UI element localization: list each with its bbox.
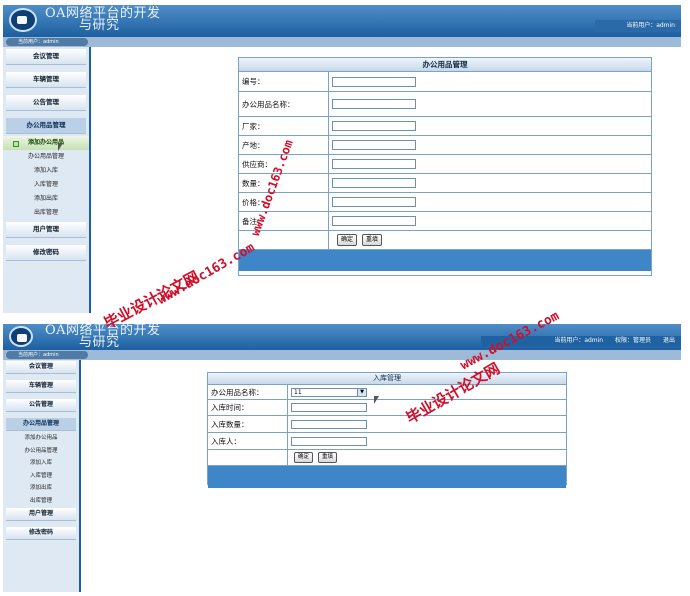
menu-meeting[interactable]: 会议管理 [6, 361, 76, 374]
form-row: 确定 重填 [239, 231, 651, 250]
submenu-add-stock-in[interactable]: 添加入库 [3, 457, 79, 470]
app-header: OA网络平台的开发 与研究 当前用户：admin 权限：管理员 退出 [3, 324, 681, 350]
submenu-stock-in-manage[interactable]: 入库管理 [3, 178, 89, 192]
form-row: 供应商： [239, 155, 651, 174]
form-row: 办公用品名称： [239, 92, 651, 117]
menu-office-supplies[interactable]: 办公用品管理 [6, 118, 86, 134]
menu-change-password[interactable]: 修改密码 [6, 245, 86, 261]
form-row: 入库时间： [208, 400, 566, 416]
current-user-pill: 当前用户：admin [6, 38, 88, 46]
form-footer [208, 466, 566, 488]
sub-bar: 当前用户：admin [3, 350, 681, 360]
field-label-empty [208, 450, 288, 465]
menu-user[interactable]: 用户管理 [6, 508, 76, 521]
form-row: 确定 重填 [208, 450, 566, 466]
form-row: 数量： [239, 174, 651, 193]
submenu-add-stock-out[interactable]: 添加出库 [3, 482, 79, 495]
form-row: 产地： [239, 136, 651, 155]
submenu-supply-manage[interactable]: 办公用品管理 [3, 150, 89, 164]
price-input[interactable] [332, 197, 416, 207]
submenu-add-supply[interactable]: 添加办公用品 [3, 432, 79, 445]
main-content: 入库管理 办公用品名称： 11 ▼ 入库时间： 入库数量： 入库人： 确定 重填 [81, 360, 681, 592]
submenu-add-supply[interactable]: 添加办公用品 [3, 136, 89, 150]
remark-input[interactable] [332, 216, 416, 226]
app-title: OA网络平台的开发 与研究 [45, 7, 161, 33]
current-user-pill: 当前用户：admin [6, 351, 88, 359]
screenshot-panel-2: OA网络平台的开发 与研究 当前用户：admin 权限：管理员 退出 当前用户：… [3, 324, 681, 592]
supply-name-select[interactable]: 11 ▼ [291, 387, 367, 397]
menu-notice[interactable]: 公告管理 [6, 399, 76, 412]
sidebar: 会议管理 车辆管理 公告管理 办公用品管理 添加办公用品 办公用品管理 添加入库… [3, 47, 91, 313]
submenu-stock-out-manage[interactable]: 出库管理 [3, 206, 89, 220]
form-row: 编号： [239, 72, 651, 92]
stock-in-person-input[interactable] [291, 436, 367, 446]
menu-vehicle[interactable]: 车辆管理 [6, 380, 76, 393]
supplier-input[interactable] [332, 159, 416, 169]
form-row: 备注： [239, 212, 651, 231]
field-label: 办公用品名称： [239, 92, 329, 116]
reset-button[interactable]: 重填 [318, 452, 338, 463]
sub-bar: 当前用户：admin [3, 37, 681, 47]
form-row: 入库数量： [208, 416, 566, 433]
form-title: 办公用品管理 [239, 58, 651, 72]
manufacturer-input[interactable] [332, 121, 416, 131]
form-row: 厂家： [239, 117, 651, 136]
menu-meeting[interactable]: 会议管理 [6, 49, 86, 65]
logout-link[interactable]: 退出 [663, 337, 675, 344]
mouse-cursor-icon [58, 143, 63, 151]
field-label: 价格： [239, 193, 329, 211]
reset-button[interactable]: 重填 [362, 234, 383, 246]
app-title-line2: 与研究 [79, 335, 120, 350]
logo-icon [9, 326, 33, 347]
form-row: 价格： [239, 193, 651, 212]
chevron-down-icon[interactable]: ▼ [357, 388, 366, 396]
supply-name-input[interactable] [332, 99, 416, 109]
field-label: 厂家： [239, 117, 329, 135]
app-header: OA网络平台的开发 与研究 当前用户：admin [3, 5, 681, 37]
stock-in-time-input[interactable] [291, 403, 367, 412]
quantity-input[interactable] [332, 178, 416, 188]
submenu-add-stock-out[interactable]: 添加出库 [3, 192, 89, 206]
header-user-info: 当前用户：admin [595, 20, 681, 32]
submenu-stock-out-manage[interactable]: 出库管理 [3, 495, 79, 508]
field-label: 入库时间： [208, 400, 288, 415]
stock-in-form: 入库管理 办公用品名称： 11 ▼ 入库时间： 入库数量： 入库人： 确定 重填 [207, 372, 567, 488]
header-current-user: 当前用户：admin [626, 22, 675, 29]
field-label: 办公用品名称： [208, 385, 288, 399]
logo-icon [9, 8, 37, 32]
form-footer [239, 250, 651, 271]
header-permission: 权限：管理员 [615, 337, 652, 344]
menu-user[interactable]: 用户管理 [6, 222, 86, 238]
supply-form: 办公用品管理 编号： 办公用品名称： 厂家： 产地： 供应商： 数量： 价格： … [238, 57, 652, 276]
field-label: 入库数量： [208, 416, 288, 432]
confirm-button[interactable]: 确定 [294, 452, 314, 463]
submenu-supply-manage[interactable]: 办公用品管理 [3, 445, 79, 458]
mouse-cursor-icon [374, 396, 379, 404]
screenshot-panel-1: OA网络平台的开发 与研究 当前用户：admin 当前用户：admin 会议管理… [3, 5, 681, 313]
id-input[interactable] [332, 76, 416, 87]
confirm-button[interactable]: 确定 [337, 234, 358, 246]
origin-input[interactable] [332, 140, 416, 150]
sidebar: 会议管理 车辆管理 公告管理 办公用品管理 添加办公用品 办公用品管理 添加入库… [3, 360, 81, 592]
form-row: 办公用品名称： 11 ▼ [208, 385, 566, 400]
menu-vehicle[interactable]: 车辆管理 [6, 72, 86, 88]
submenu-add-stock-in[interactable]: 添加入库 [3, 164, 89, 178]
menu-notice[interactable]: 公告管理 [6, 95, 86, 111]
submenu-stock-in-manage[interactable]: 入库管理 [3, 470, 79, 483]
header-current-user: 当前用户：admin [554, 337, 604, 344]
select-value: 11 [294, 388, 302, 396]
stock-in-quantity-input[interactable] [291, 419, 367, 429]
menu-office-supplies[interactable]: 办公用品管理 [6, 418, 76, 431]
app-title: OA网络平台的开发 与研究 [45, 324, 161, 350]
menu-change-password[interactable]: 修改密码 [6, 527, 76, 540]
field-label: 数量： [239, 174, 329, 192]
field-label: 编号： [239, 72, 329, 91]
app-title-line2: 与研究 [79, 18, 120, 33]
form-title: 入库管理 [208, 373, 566, 385]
field-label: 入库人： [208, 433, 288, 449]
form-row: 入库人： [208, 433, 566, 450]
